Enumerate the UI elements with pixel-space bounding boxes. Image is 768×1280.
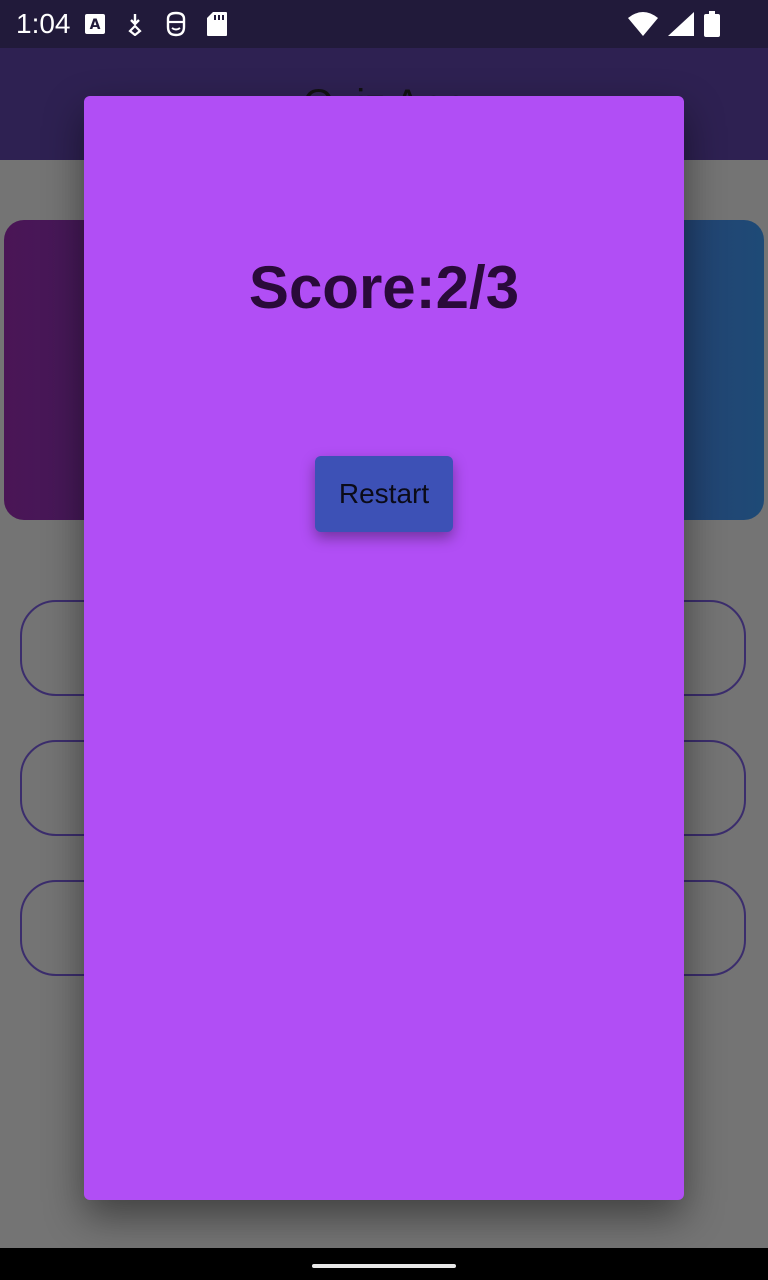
wifi-icon <box>628 12 658 36</box>
score-dialog: Score:2/3 Restart <box>84 96 684 1200</box>
cellular-signal-icon <box>668 12 694 36</box>
sd-card-icon <box>206 11 228 37</box>
font-a-icon: A <box>84 13 106 35</box>
home-indicator[interactable] <box>312 1264 456 1268</box>
battery-icon <box>704 11 720 37</box>
status-time: 1:04 <box>16 8 71 39</box>
status-bar: 1:04 A <box>0 0 768 48</box>
score-text: Score:2/3 <box>248 254 520 321</box>
privacy-face-icon <box>164 11 188 37</box>
download-diamond-icon <box>124 12 146 36</box>
navigation-bar <box>0 1248 768 1280</box>
restart-button[interactable]: Restart <box>315 456 453 532</box>
status-icons-left: A <box>84 10 228 38</box>
svg-text:A: A <box>90 17 101 33</box>
status-icons-right <box>628 10 720 38</box>
